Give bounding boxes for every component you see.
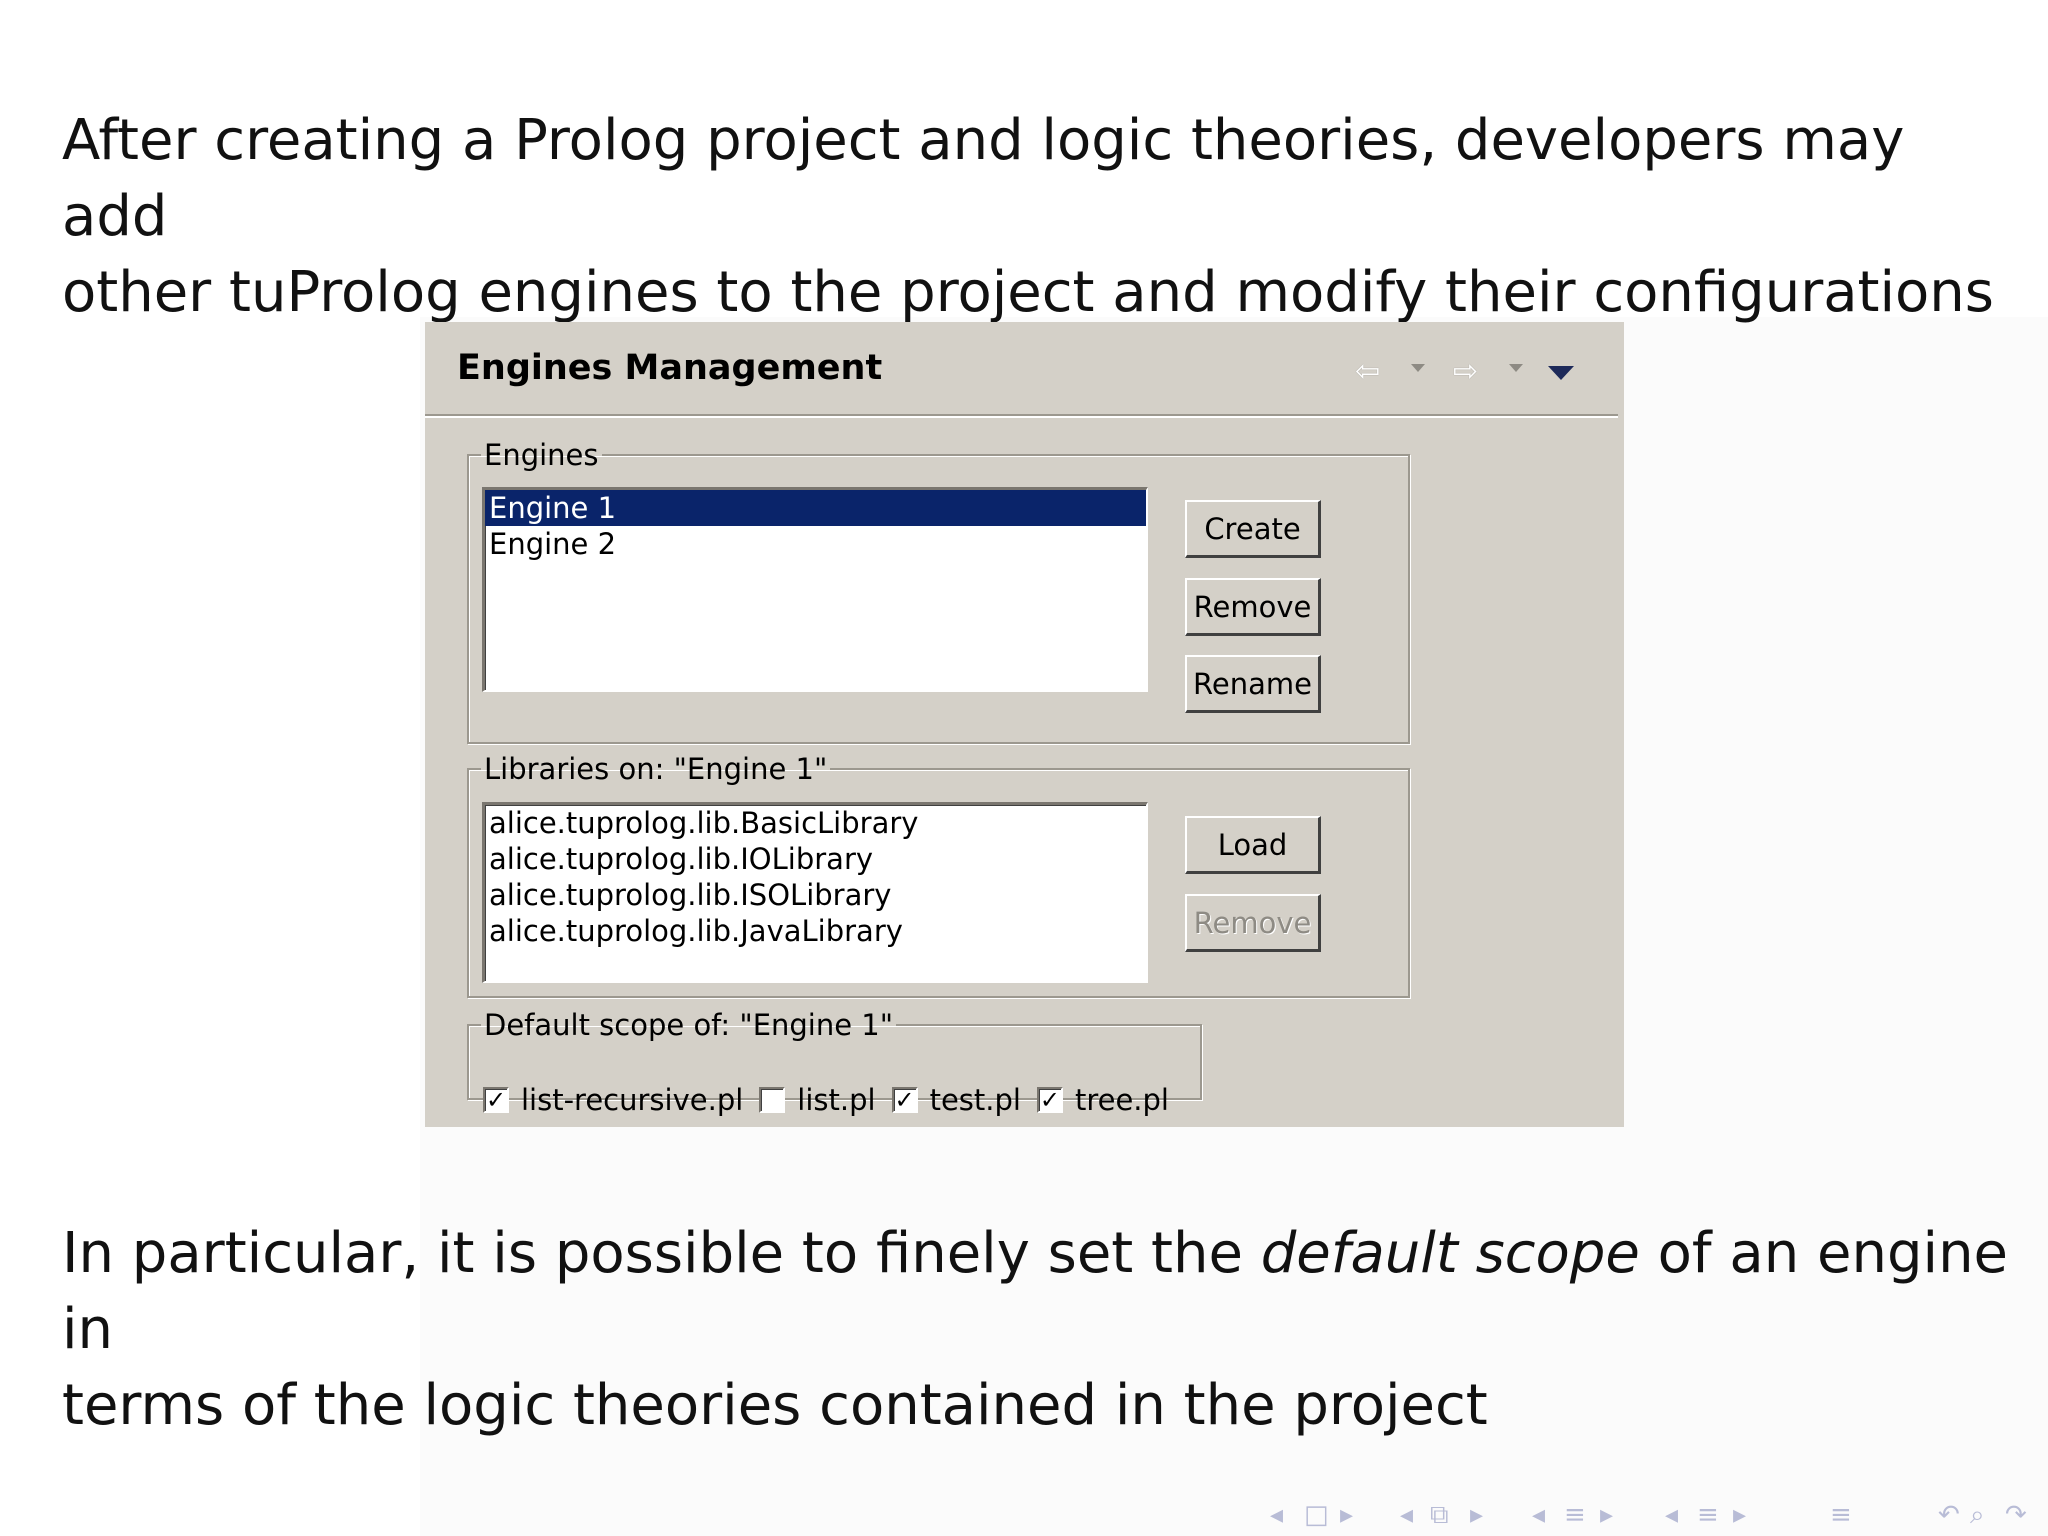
frame-prev-icon[interactable]: ◂ bbox=[1270, 1500, 1283, 1530]
frame-next-icon[interactable]: ▸ bbox=[1340, 1500, 1353, 1530]
engine-list-item[interactable]: Engine 1 bbox=[485, 490, 1146, 526]
scope-checkbox-test[interactable]: ✓ bbox=[891, 1087, 918, 1113]
scope-file-label[interactable]: list.pl bbox=[797, 1083, 875, 1117]
outro-emphasis: default scope bbox=[1260, 1221, 1640, 1286]
chapter-prev-icon[interactable]: ◂ bbox=[1665, 1500, 1678, 1530]
forward-dropdown-icon[interactable] bbox=[1509, 364, 1523, 372]
rename-engine-button[interactable]: Rename bbox=[1185, 655, 1321, 713]
back-arrow-icon[interactable]: ⇦ bbox=[1355, 352, 1380, 392]
title-separator bbox=[425, 414, 1618, 418]
scope-checkbox-list-recursive[interactable]: ✓ bbox=[483, 1087, 509, 1113]
outro-line-2: terms of the logic theories contained in… bbox=[62, 1373, 1488, 1438]
scope-checkbox-list[interactable] bbox=[759, 1087, 786, 1113]
section-prev-icon[interactable]: ◂ bbox=[1532, 1500, 1545, 1530]
outro-line-1: In particular, it is possible to finely … bbox=[62, 1216, 2022, 1368]
create-engine-button[interactable]: Create bbox=[1185, 500, 1321, 558]
engine-list-item[interactable]: Engine 2 bbox=[485, 526, 1146, 562]
beamer-navigation-bar: ◂ □ ▸ ◂ ⧉ ▸ ◂ ≡ ▸ ◂ ≡ ▸ ≡ ↶ ⌕ ↷ bbox=[1270, 1500, 2040, 1530]
library-list-item[interactable]: alice.tuprolog.lib.IOLibrary bbox=[485, 841, 1146, 877]
default-scope-group-label: Default scope of: "Engine 1" bbox=[484, 1008, 894, 1042]
scope-file-label[interactable]: list-recursive.pl bbox=[521, 1083, 743, 1117]
library-list-item[interactable]: alice.tuprolog.lib.ISOLibrary bbox=[485, 877, 1146, 913]
scope-file-label[interactable]: test.pl bbox=[930, 1083, 1021, 1117]
frame-icon[interactable]: □ bbox=[1304, 1500, 1329, 1530]
outro-text-pre: In particular, it is possible to finely … bbox=[62, 1221, 1261, 1286]
remove-engine-button[interactable]: Remove bbox=[1185, 578, 1321, 636]
section-icon[interactable]: ≡ bbox=[1564, 1500, 1586, 1530]
back-icon[interactable]: ↶ bbox=[1938, 1500, 1960, 1530]
outro-paragraph: In particular, it is possible to finely … bbox=[62, 1216, 2022, 1444]
search-icon[interactable]: ⌕ bbox=[1970, 1500, 1985, 1531]
forward-arrow-icon[interactable]: ⇨ bbox=[1453, 352, 1478, 392]
intro-paragraph: After creating a Prolog project and logi… bbox=[62, 103, 2022, 331]
section-next-icon[interactable]: ▸ bbox=[1600, 1500, 1613, 1530]
toc-icon[interactable]: ≡ bbox=[1830, 1500, 1852, 1530]
scope-checkbox-row: ✓ list-recursive.pl list.pl ✓ test.pl ✓ … bbox=[483, 1080, 1185, 1120]
library-list-item[interactable]: alice.tuprolog.lib.JavaLibrary bbox=[485, 913, 1146, 949]
subsection-prev-icon[interactable]: ◂ bbox=[1400, 1500, 1413, 1530]
scope-file-label[interactable]: tree.pl bbox=[1075, 1083, 1169, 1117]
scope-checkbox-tree[interactable]: ✓ bbox=[1036, 1087, 1063, 1113]
remove-library-button[interactable]: Remove bbox=[1185, 894, 1321, 952]
back-dropdown-icon[interactable] bbox=[1411, 364, 1425, 372]
view-menu-icon[interactable] bbox=[1548, 366, 1574, 380]
chapter-icon[interactable]: ≡ bbox=[1697, 1500, 1719, 1530]
libraries-list[interactable]: alice.tuprolog.lib.BasicLibrary alice.tu… bbox=[482, 802, 1148, 983]
panel-title: Engines Management bbox=[457, 348, 883, 388]
load-library-button[interactable]: Load bbox=[1185, 816, 1321, 874]
libraries-group-label: Libraries on: "Engine 1" bbox=[484, 752, 828, 786]
engines-list[interactable]: Engine 1 Engine 2 bbox=[482, 487, 1148, 692]
library-list-item[interactable]: alice.tuprolog.lib.BasicLibrary bbox=[485, 805, 1146, 841]
forward-icon[interactable]: ↷ bbox=[2005, 1500, 2027, 1530]
subsection-icon[interactable]: ⧉ bbox=[1430, 1500, 1449, 1531]
chapter-next-icon[interactable]: ▸ bbox=[1733, 1500, 1746, 1530]
engines-management-panel: Engines Management ⇦ ⇨ Engines Engine 1 … bbox=[425, 322, 1624, 1127]
intro-line-1: After creating a Prolog project and logi… bbox=[62, 108, 1905, 249]
default-scope-group: Default scope of: "Engine 1" ✓ list-recu… bbox=[467, 1008, 1202, 1117]
subsection-next-icon[interactable]: ▸ bbox=[1470, 1500, 1483, 1530]
intro-line-2: other tuProlog engines to the project an… bbox=[62, 260, 1994, 325]
engines-group-label: Engines bbox=[484, 438, 599, 472]
